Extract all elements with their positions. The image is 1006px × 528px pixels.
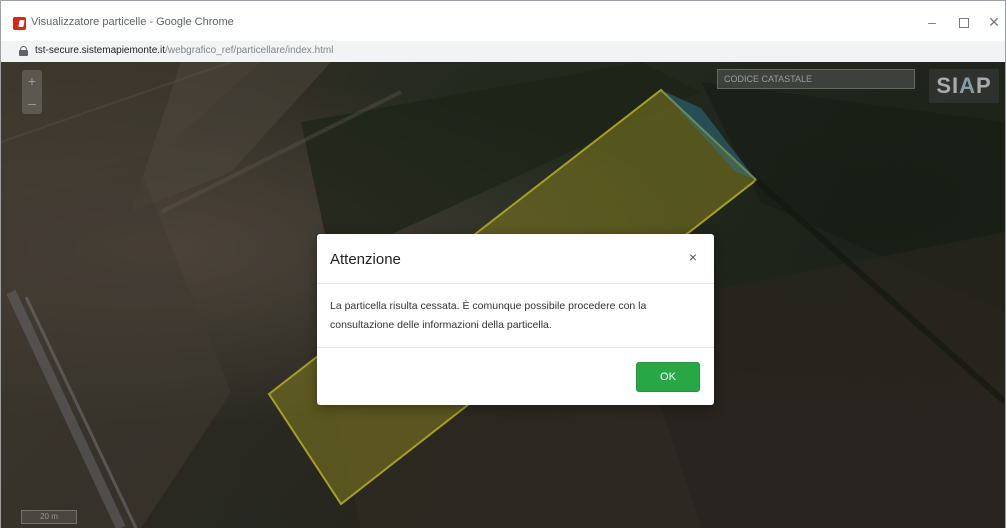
close-window-button[interactable]: ✕ <box>982 11 1006 33</box>
dialog-header: Attenzione × <box>317 234 714 284</box>
browser-window: Visualizzatore particelle - Google Chrom… <box>0 0 1006 528</box>
title-bar: Visualizzatore particelle - Google Chrom… <box>1 1 1005 41</box>
app-logo-icon <box>13 17 26 30</box>
close-icon[interactable]: × <box>685 249 701 265</box>
dialog-message: La particella risulta cessata. È comunqu… <box>330 300 647 331</box>
maximize-button[interactable] <box>952 11 976 33</box>
dialog-title: Attenzione <box>330 251 401 268</box>
maximize-icon <box>959 18 969 29</box>
lock-icon <box>19 46 28 56</box>
ok-button[interactable]: OK <box>636 362 700 392</box>
url-text[interactable]: tst-secure.sistemapiemonte.it/webgrafico… <box>35 45 333 56</box>
url-host: tst-secure.sistemapiemonte.it <box>35 45 166 56</box>
minimize-button[interactable]: – <box>920 11 944 33</box>
window-title: Visualizzatore particelle - Google Chrom… <box>31 16 234 28</box>
dialog-footer: OK <box>317 347 714 405</box>
warning-dialog: Attenzione × La particella risulta cessa… <box>317 234 714 405</box>
url-path: /webgrafico_ref/particellare/index.html <box>165 45 334 56</box>
address-bar[interactable]: tst-secure.sistemapiemonte.it/webgrafico… <box>1 41 1005 62</box>
